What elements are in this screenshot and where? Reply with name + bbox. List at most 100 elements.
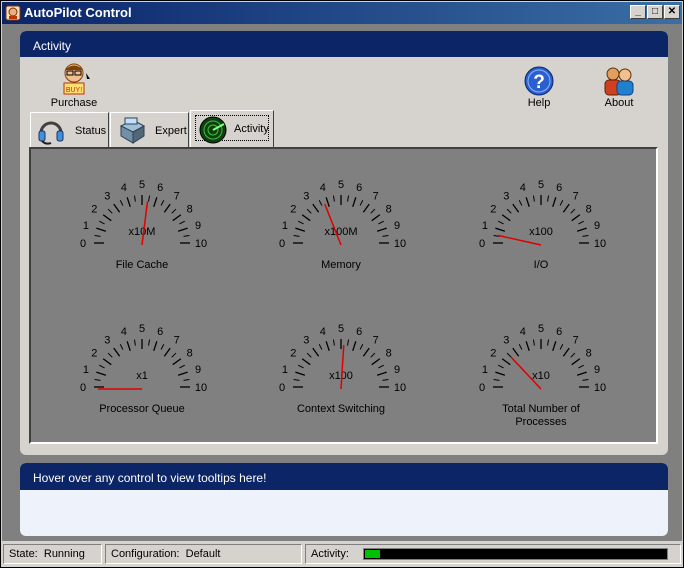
gauge-scale-label: 8 [187,347,193,359]
state-field: State: Running [3,544,102,564]
gauge-tick [325,197,330,208]
gauge-scale-label: 8 [586,203,592,215]
about-button[interactable]: About [597,65,641,109]
gauge-tick [179,220,185,225]
gauge-scale-label: 7 [174,190,180,202]
gauge-tick [559,344,564,350]
tooltip-text: Hover over any control to view tooltips … [20,463,668,490]
gauge-scale-label: 4 [520,182,526,194]
gauge-label: Processor Queue [99,403,185,415]
gauge-scale-label: 10 [394,238,406,250]
gauge-multiplier: x10M [129,226,156,238]
tab-status[interactable]: Status [30,112,109,148]
help-button[interactable]: ? Help [519,65,559,109]
headset-icon [38,121,64,145]
status-bar: State: Running Configuration: Default Ac… [1,541,683,567]
gauge-scale-label: 9 [394,220,400,232]
purchase-icon: BUY! [63,63,90,95]
gauge-scale-label: 6 [356,326,362,338]
purchase-badge-text: BUY! [66,87,82,94]
gauge-tick [378,364,384,369]
gauge-scale-label: 4 [320,182,326,194]
gauge-tick [298,364,304,369]
gauge-tick [171,208,177,214]
title-bar[interactable]: AutoPilot Control _ □ ✕ [2,2,682,24]
gauge-tick [376,371,387,376]
help-label: Help [527,97,551,109]
gauge-tick [547,339,550,346]
gauge-tick [493,378,500,381]
gauge-needle [141,201,149,246]
minimize-button[interactable]: _ [630,5,646,19]
gauge-scale-label: 0 [279,382,285,394]
gauge-tick [352,197,357,208]
tab-expert[interactable]: Expert [110,112,189,148]
gauge-scale-label: 1 [83,364,89,376]
gauge-scale-label: 3 [303,334,309,346]
gauge-scale-label: 2 [490,203,496,215]
close-button[interactable]: ✕ [664,5,680,19]
gauge-tick [148,195,151,202]
gauge-scale-label: 8 [386,347,392,359]
activity-label: Activity: [311,548,349,560]
gauge-scale-label: 1 [282,364,288,376]
maximize-button[interactable]: □ [647,5,663,19]
gauge-tick [94,378,101,381]
tab-status-label: Status [75,125,107,137]
gauge-tick [359,344,364,350]
gauge-scale-label: 0 [479,382,485,394]
gauge-tick [177,227,188,232]
gauge-tick [148,339,151,346]
gauge-tick [382,234,389,237]
gauge-tick [506,208,512,214]
gauge-tick [576,371,587,376]
gauge-scale-label: 3 [104,190,110,202]
tab-activity[interactable]: Activity [190,110,274,148]
gauge-scale-label: 9 [394,364,400,376]
app-icon [5,5,21,21]
gauge-tick [183,234,190,237]
gauge-tick [318,200,323,206]
gauge-scale-label: 5 [338,179,344,191]
purchase-button[interactable]: BUY! Purchase [49,61,99,109]
gauge-tick [578,220,584,225]
tab-activity-label: Activity [234,123,269,135]
gauge-tick [293,378,300,381]
app-window: AutoPilot Control _ □ ✕ Activity BUY! Pu… [0,0,684,568]
gauge-tick [582,378,589,381]
gauge-tick [295,227,306,232]
gauge-tick [570,352,576,358]
gauge-panel: 0 1 2 3 4 5 6 7 8 9 10 x10M File Cache 0 1 2 3 4 5 6 7 8 9 10 x1… [29,147,658,444]
gauge-scale-label: 6 [556,182,562,194]
help-icon: ? [524,66,554,96]
gauge-tick [99,220,105,225]
gauge-tick [518,344,523,350]
gauge-tick [301,358,311,366]
gauge-scale-label: 10 [195,238,207,250]
gauge-tick [495,371,506,376]
gauge-tick [126,197,131,208]
gauge-tick [301,214,311,222]
gauge-tick [119,200,124,206]
gauge-scale-label: 5 [139,323,145,335]
gauge-scale-label: 10 [394,382,406,394]
gauge-scale-label: 8 [586,347,592,359]
gauge-tick [576,227,587,232]
about-label: About [604,97,634,109]
gauge-scale-label: 9 [594,220,600,232]
state-label: State: [9,548,38,560]
gauge-tick [370,208,376,214]
gauge-tick [172,358,182,366]
gauge-scale-label: 3 [104,334,110,346]
gauge-multiplier: x100 [529,226,553,238]
gauge-tick [495,227,506,232]
gauge-scale-label: 5 [338,323,344,335]
tab-expert-label: Expert [155,125,187,137]
gauges-canvas: 01234 5 678910x10MFile Cache01234 5 678910x1… [80,179,606,428]
gauge-tick [332,339,335,346]
gauge-tick [153,341,158,352]
gauge-scale-label: 4 [121,326,127,338]
gauge-scale-label: 1 [482,220,488,232]
gauge-tick [312,203,320,213]
gauge-scale-label: 9 [195,220,201,232]
